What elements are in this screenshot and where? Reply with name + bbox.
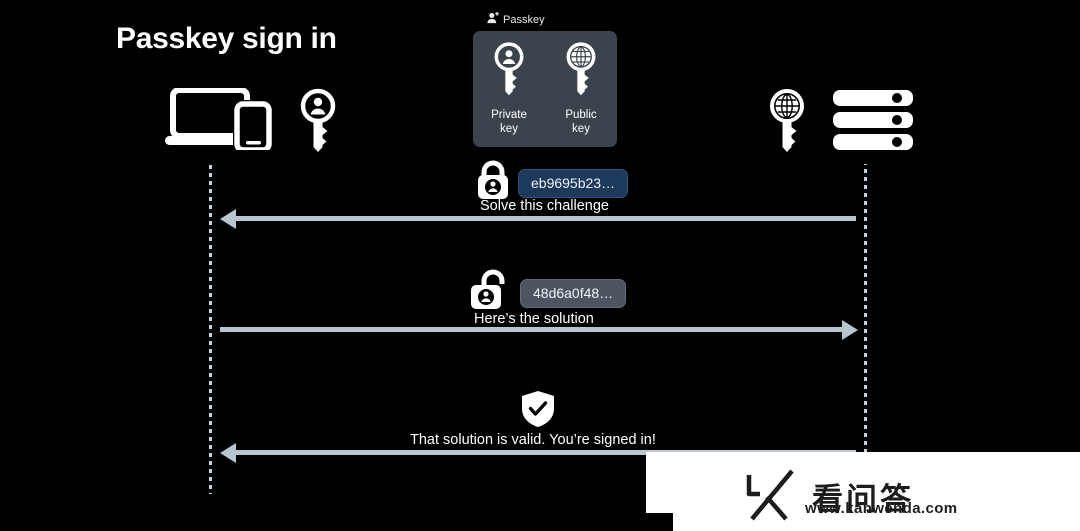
public-key-cell: Public key — [550, 41, 612, 136]
server-stack-icon — [833, 90, 913, 155]
page-title: Passkey sign in — [116, 22, 337, 55]
challenge-label: Solve this challenge — [480, 198, 609, 214]
server-public-key-icon — [768, 88, 806, 157]
private-key-label-line2: key — [500, 123, 518, 135]
challenge-value-pill[interactable]: eb9695b23… — [518, 169, 629, 198]
solution-arrow-head — [842, 320, 858, 340]
watermark-url: www.kanwenda.com — [805, 500, 958, 517]
passkey-caption-label: Passkey — [503, 13, 545, 26]
person-add-icon — [487, 12, 499, 27]
kanwenda-k-logo-icon — [740, 463, 802, 530]
public-key-label-line1: Public — [565, 109, 597, 121]
client-devices-icon — [165, 87, 277, 155]
private-key-label: Private key — [478, 108, 540, 136]
public-key-icon — [564, 42, 598, 101]
passkey-box: Private key Public key — [473, 31, 617, 147]
public-key-label-line2: key — [572, 123, 590, 135]
private-key-label-line1: Private — [491, 109, 527, 121]
challenge-arrow-head — [220, 209, 236, 229]
shield-check-icon — [521, 390, 555, 433]
solution-label: Here’s the solution — [474, 311, 594, 327]
private-key-icon — [492, 42, 526, 101]
client-private-key-icon — [300, 88, 336, 157]
unlocked-padlock-person-icon — [470, 268, 514, 315]
solution-value-pill[interactable]: 48d6a0f48… — [520, 279, 627, 308]
verified-arrow-head — [220, 443, 236, 463]
passkey-group: Passkey Private key Public key — [473, 12, 617, 147]
watermark-content: 看问答 — [740, 463, 914, 530]
challenge-arrow-line — [236, 216, 856, 221]
private-key-cell: Private key — [478, 41, 540, 136]
diagram-canvas: Passkey sign in Passkey Private key Publ… — [0, 0, 1080, 531]
lifeline-client — [209, 164, 212, 494]
verified-label: That solution is valid. You’re signed in… — [410, 432, 656, 448]
solution-arrow-line — [220, 327, 842, 332]
public-key-label: Public key — [550, 108, 612, 136]
lifeline-server — [864, 164, 867, 454]
passkey-caption: Passkey — [473, 12, 617, 27]
watermark-notch — [646, 513, 673, 531]
